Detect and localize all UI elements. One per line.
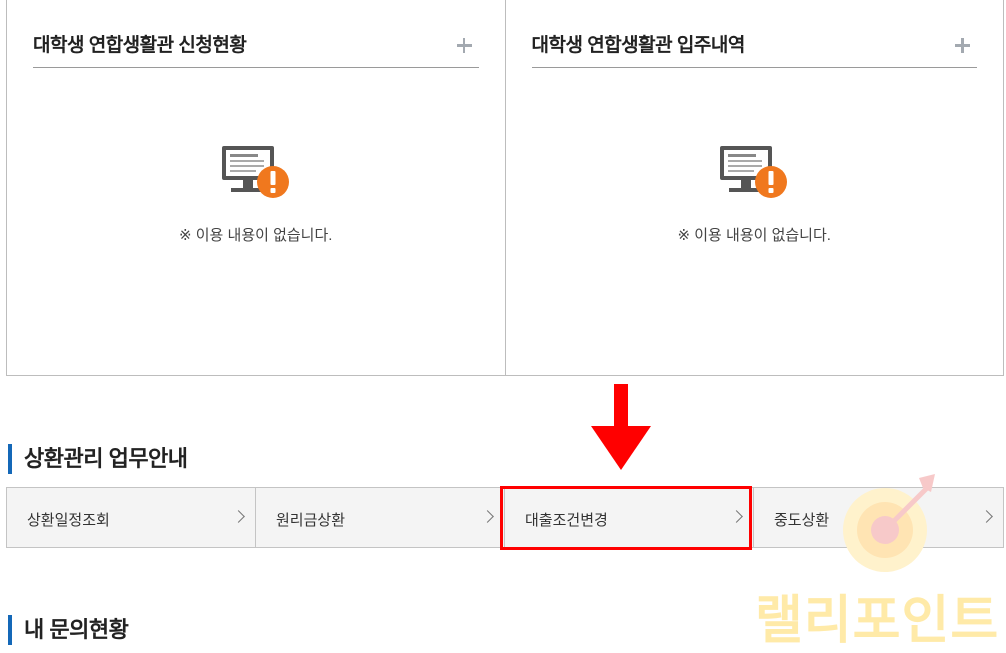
- application-status-panel: 대학생 연합생활관 신청현황 ※ 이용 내용이 없습니다.: [7, 0, 505, 375]
- residence-history-panel: 대학생 연합생활관 입주내역 ※ 이용 내용이 없습니다.: [504, 0, 1004, 375]
- chevron-right-icon: [232, 510, 245, 523]
- empty-state: ※ 이용 내용이 없습니다.: [506, 144, 1004, 245]
- monitor-warning-icon: [221, 146, 289, 198]
- monitor-warning-icon: [720, 146, 788, 198]
- panel-header: 대학생 연합생활관 입주내역: [531, 30, 977, 68]
- repayment-tabs: 상환일정조회 원리금상환 대출조건변경 중도상환: [6, 487, 1004, 548]
- plus-icon[interactable]: [455, 36, 473, 54]
- plus-icon[interactable]: [953, 36, 971, 54]
- section-title-repayment: 상환관리 업무안내: [8, 444, 188, 474]
- down-arrow-icon: [591, 384, 651, 470]
- panel-title: 대학생 연합생활관 신청현황: [33, 35, 247, 56]
- empty-state: ※ 이용 내용이 없습니다.: [7, 144, 505, 245]
- empty-message: ※ 이용 내용이 없습니다.: [179, 227, 333, 244]
- tab-loan-terms-change[interactable]: 대출조건변경: [505, 488, 754, 547]
- tab-principal-interest[interactable]: 원리금상환: [256, 488, 505, 547]
- tab-repayment-schedule[interactable]: 상환일정조회: [7, 488, 256, 547]
- chevron-right-icon: [980, 510, 993, 523]
- chevron-right-icon: [481, 510, 494, 523]
- tab-label: 원리금상환: [276, 512, 346, 529]
- empty-message: ※ 이용 내용이 없습니다.: [677, 227, 831, 244]
- dormitory-panels: 대학생 연합생활관 신청현황 ※ 이용 내용이 없습니다. 대학생 연합생활관 …: [6, 0, 1004, 376]
- tab-label: 상환일정조회: [27, 512, 110, 529]
- watermark-text: 랠리포인트: [755, 592, 1000, 650]
- tab-label: 대출조건변경: [525, 512, 608, 529]
- panel-title: 대학생 연합생활관 입주내역: [531, 35, 746, 56]
- tab-label: 중도상환: [774, 512, 830, 529]
- section-title-inquiry: 내 문의현황: [8, 615, 129, 645]
- chevron-right-icon: [730, 510, 743, 523]
- panel-header: 대학생 연합생활관 신청현황: [33, 30, 479, 68]
- tab-early-repayment[interactable]: 중도상환: [754, 488, 1003, 547]
